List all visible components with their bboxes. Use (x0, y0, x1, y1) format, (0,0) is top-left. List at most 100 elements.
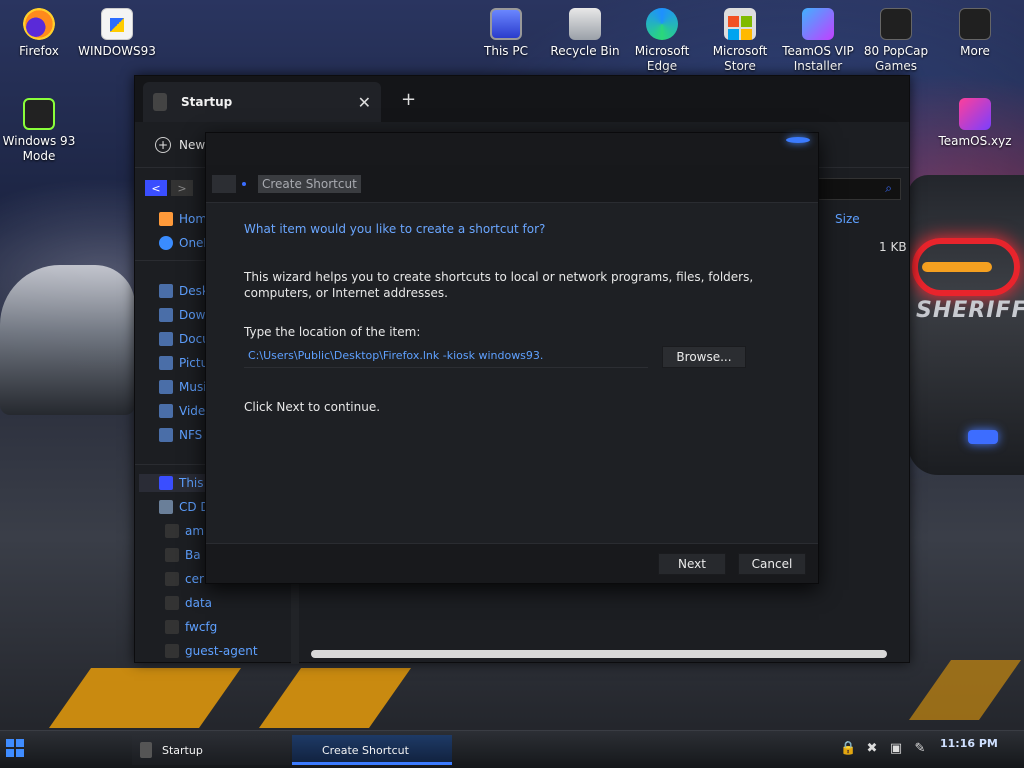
desktop-icon-label: Microsoft Edge (634, 44, 690, 73)
wallpaper-blue-light (968, 430, 998, 444)
forward-button[interactable]: > (171, 180, 193, 196)
folder-icon (165, 548, 179, 562)
folder-icon (165, 644, 179, 658)
taskbar: Startup Create Shortcut 🔒 ✖ ▣ ✎ 11:16 PM (0, 730, 1024, 768)
desktop-icon (159, 284, 173, 298)
desktop-icon-label: WINDOWS93 (78, 44, 156, 58)
desktop-icon-label: Windows 93 Mode (2, 134, 76, 163)
windows93-icon (101, 8, 133, 40)
download-icon (159, 308, 173, 322)
search-box[interactable]: ⌕ (811, 178, 901, 200)
road-stripe (258, 668, 412, 728)
network-disconnected-icon[interactable]: ✖ (864, 741, 880, 757)
dialog-header: Create Shortcut (206, 165, 818, 203)
folder-icon (165, 572, 179, 586)
nav-item-label: am (185, 524, 205, 538)
nav-item-label: Ba (185, 548, 201, 562)
nav-item-folder-data[interactable]: data (165, 594, 212, 612)
continue-instruction: Click Next to continue. (244, 400, 381, 414)
desktop-icon-label: 80 PopCap Games (863, 44, 929, 73)
dialog-titlebar[interactable] (206, 133, 818, 165)
desktop-icon-firefox[interactable]: Firefox (0, 8, 78, 59)
dialog-title: Create Shortcut (258, 174, 361, 193)
navigation-buttons: < > (145, 180, 193, 196)
new-tab-button[interactable]: + (401, 89, 416, 110)
nav-item-nfs[interactable]: NFS (159, 426, 202, 444)
close-tab-icon[interactable]: ✕ (358, 93, 371, 112)
start-button[interactable] (6, 739, 24, 757)
lock-icon[interactable]: 🔒 (840, 741, 856, 757)
desktop-icon-label: Microsoft Store (712, 44, 768, 73)
computer-icon (490, 8, 522, 40)
video-icon (159, 404, 173, 418)
desktop-icon-teamos-xyz[interactable]: TeamOS.xyz (936, 98, 1014, 149)
tab-label: Startup (181, 95, 233, 109)
nav-item-folder[interactable]: Ba (165, 546, 201, 564)
nav-item-label: fwcfg (185, 620, 218, 634)
folder-icon (959, 8, 991, 40)
taskbar-clock[interactable]: 11:16 PM (940, 737, 998, 750)
taskbar-item-startup[interactable]: Startup (132, 735, 290, 765)
desktop-icon-store[interactable]: Microsoft Store (701, 8, 779, 74)
edge-icon (646, 8, 678, 40)
desktop-icon-more[interactable]: More (936, 8, 1014, 59)
dialog-footer: Next Cancel (206, 543, 818, 583)
desktop-icon-windows93[interactable]: WINDOWS93 (78, 8, 156, 59)
feather-icon[interactable]: ✎ (912, 741, 928, 757)
folder-icon (165, 620, 179, 634)
next-button[interactable]: Next (658, 553, 726, 575)
desktop-icon-label: TeamOS VIP Installer (782, 44, 854, 73)
folder-icon (140, 742, 152, 758)
create-shortcut-dialog: Create Shortcut What item would you like… (205, 132, 819, 584)
explorer-tab-bar: Startup ✕ + (135, 76, 909, 122)
plus-circle-icon: + (155, 136, 171, 153)
nav-item-label: NFS (179, 428, 203, 442)
cancel-button[interactable]: Cancel (738, 553, 806, 575)
taskbar-item-create-shortcut[interactable]: Create Shortcut (292, 735, 452, 765)
desktop-icon-this-pc[interactable]: This PC (467, 8, 545, 59)
desktop-icon-label: More (960, 44, 990, 58)
file-size-value: 1 KB (879, 240, 907, 254)
dialog-question: What item would you like to create a sho… (244, 222, 546, 236)
location-input[interactable] (244, 344, 648, 368)
nav-item-folder[interactable]: am (165, 522, 204, 540)
desktop-icon-label: TeamOS.xyz (938, 134, 1012, 148)
close-glow-icon[interactable] (786, 137, 810, 143)
windows-logo-icon (6, 739, 14, 747)
folder-icon (153, 93, 167, 111)
computer-icon (159, 476, 173, 490)
desktop-icon-recycle-bin[interactable]: Recycle Bin (546, 8, 624, 59)
cloud-icon (159, 236, 173, 250)
tab-startup[interactable]: Startup ✕ (143, 82, 381, 122)
desktop-icon-windows93-mode[interactable]: Windows 93 Mode (0, 98, 78, 164)
desktop-icon-edge[interactable]: Microsoft Edge (623, 8, 701, 74)
dialog-description: This wizard helps you to create shortcut… (244, 270, 754, 300)
nav-item-folder[interactable]: cer (165, 570, 204, 588)
desktop-icon-label: This PC (484, 44, 528, 58)
location-label: Type the location of the item: (244, 325, 421, 339)
desktop-icon-teamos-installer[interactable]: TeamOS VIP Installer (779, 8, 857, 74)
horizontal-scrollbar[interactable] (311, 650, 887, 658)
picture-icon (159, 356, 173, 370)
desktop-icon-popcap-games[interactable]: 80 PopCap Games (857, 8, 935, 74)
wallpaper-car-right (908, 175, 1024, 475)
teamos-icon (959, 98, 991, 130)
browse-button[interactable]: Browse... (662, 346, 746, 368)
folder-icon (159, 428, 173, 442)
dialog-body: What item would you like to create a sho… (206, 203, 818, 543)
firefox-icon (23, 8, 55, 40)
road-stripe (48, 668, 242, 728)
nav-item-folder-guest-agent[interactable]: guest-agent (165, 642, 258, 660)
nav-item-folder-fwcfg[interactable]: fwcfg (165, 618, 217, 636)
nav-item-label: data (185, 596, 213, 610)
store-icon (724, 8, 756, 40)
wallpaper-car-left (0, 265, 135, 415)
new-button[interactable]: New (179, 138, 205, 152)
nav-item-label: guest-agent (185, 644, 258, 658)
monitor-icon[interactable]: ▣ (888, 741, 904, 757)
column-header-size[interactable]: Size (835, 212, 860, 226)
back-arrow-icon[interactable] (212, 174, 236, 193)
back-button[interactable]: < (145, 180, 167, 196)
road-stripe (908, 660, 1022, 720)
document-icon (159, 332, 173, 346)
